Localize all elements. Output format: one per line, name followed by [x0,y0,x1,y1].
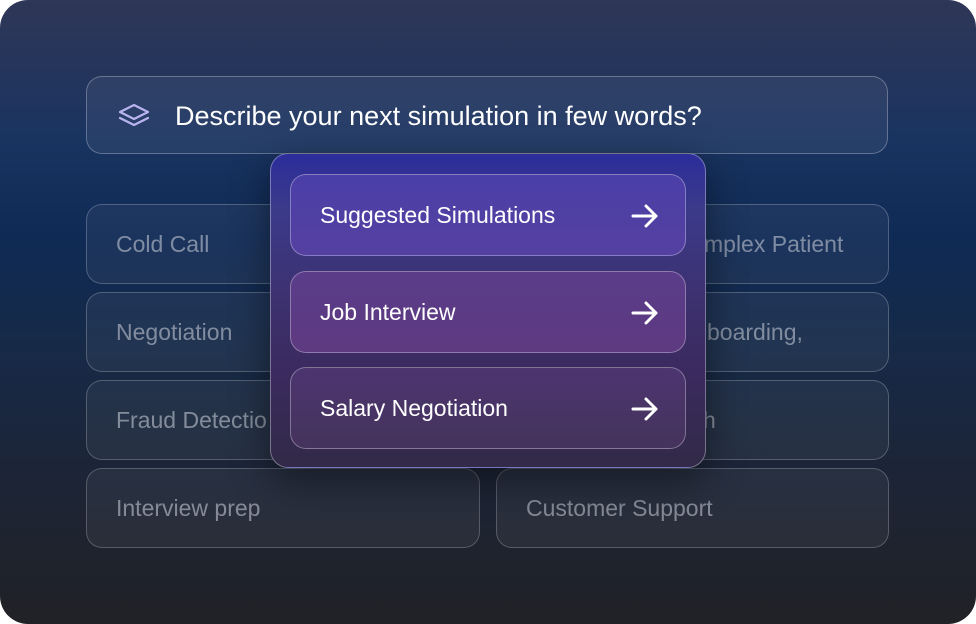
prompt-placeholder-text: Describe your next simulation in few wor… [175,101,702,131]
chip-customer-support[interactable]: Customer Support [496,468,889,548]
arrow-right-icon [631,301,658,325]
suggestion-label: Job Interview [320,299,456,325]
chip-label: Customer Support [526,495,713,521]
chip-label: Fraud Detectio [116,407,267,433]
suggestions-popup: Suggested Simulations Job Interview Sala… [270,153,706,468]
chip-interview-prep[interactable]: Interview prep [86,468,480,548]
chip-label: Interview prep [116,495,261,521]
chip-label: boarding, [707,319,803,345]
simulation-prompt-input[interactable]: Describe your next simulation in few wor… [86,76,888,154]
suggestion-salary-negotiation[interactable]: Salary Negotiation [290,367,686,449]
simulation-card: Describe your next simulation in few wor… [0,0,976,624]
suggestion-job-interview[interactable]: Job Interview [290,271,686,353]
chip-label: Cold Call [116,231,210,257]
arrow-right-icon [631,397,658,421]
layers-icon [118,103,150,127]
arrow-right-icon [631,204,658,228]
suggestion-label: Suggested Simulations [320,202,556,228]
chip-label: Negotiation [116,319,233,345]
suggestion-label: Salary Negotiation [320,395,508,421]
suggestion-suggested-simulations[interactable]: Suggested Simulations [290,174,686,256]
chip-label: mplex Patient [704,231,844,257]
